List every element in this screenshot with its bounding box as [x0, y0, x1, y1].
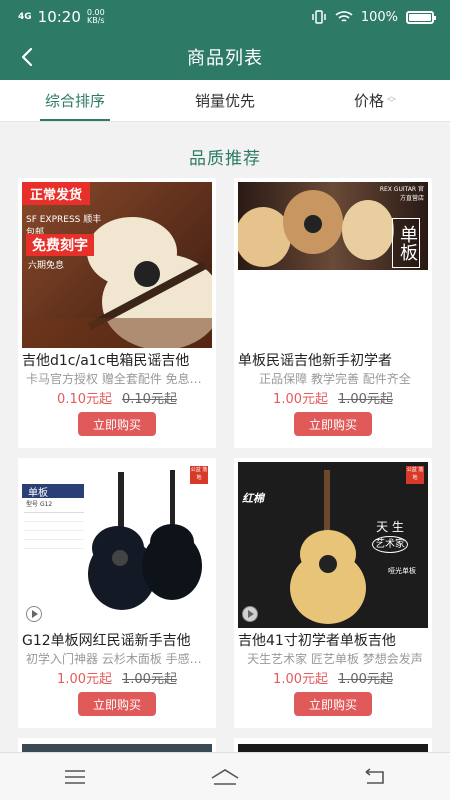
nav-bar: 商品列表 — [0, 34, 450, 80]
price-row: 1.00元起 1.00元起 — [18, 668, 216, 687]
tab-sales[interactable]: 销量优先 — [150, 80, 300, 121]
product-price: 1.00元起 — [273, 392, 328, 407]
battery-icon — [406, 10, 436, 24]
product-name: G12单板网红民谣新手吉他 — [22, 633, 191, 649]
product-name: 吉他41寸初学者单板吉他 — [238, 633, 396, 649]
product-name: 单板民谣吉他新手初学者 — [238, 353, 392, 369]
price-row: 1.00元起 1.00元起 — [234, 668, 432, 687]
system-nav-bar — [0, 752, 450, 800]
back-arrow-icon[interactable] — [14, 43, 42, 71]
product-subtitle: 天生艺术家 匠艺单板 梦想会发声 — [247, 652, 423, 666]
shop-tag: REX GUITAR 官方直营店 — [379, 186, 424, 202]
tab-comprehensive[interactable]: 综合排序 — [0, 80, 150, 121]
status-bar: 4G 10:20 0.00 KB/s 100% — [0, 0, 450, 34]
product-image[interactable]: 单板 型号 G12 公益 落地 — [22, 462, 212, 628]
original-price: 1.00元起 — [338, 392, 393, 407]
sort-arrows-icon: ︿ ﹀ — [387, 91, 397, 109]
page-title: 商品列表 — [187, 48, 263, 69]
original-price: 0.10元起 — [122, 392, 177, 407]
original-price: 1.00元起 — [122, 672, 177, 687]
ribbon-label: 正常发货 — [22, 182, 91, 205]
back-button[interactable] — [355, 762, 395, 792]
product-subtitle: 卡马官方授权 赠全套配件 免息分期 — [26, 372, 212, 386]
product-card[interactable]: REX GUITAR 官方直营店 单板 单板民谣吉他新手初学者 正品保障 教学完… — [234, 178, 432, 448]
promo-label: 免费刻字 — [26, 234, 94, 256]
signal-indicator: 4G — [18, 11, 32, 22]
product-price: 1.00元起 — [57, 672, 112, 687]
buy-now-button[interactable]: 立即购买 — [294, 692, 372, 716]
home-icon — [211, 768, 239, 785]
home-button[interactable] — [205, 762, 245, 792]
product-image[interactable]: REX GUITAR 官方直营店 单板 — [238, 182, 428, 348]
vibrate-icon — [312, 10, 326, 24]
app-header: 4G 10:20 0.00 KB/s 100% 商品列表 — [0, 0, 450, 80]
charity-badge: 公益 落地 — [190, 466, 208, 484]
guitar-illustration — [88, 470, 202, 610]
battery-percent: 100% — [360, 9, 398, 25]
promo-sub-label: 六期免息 — [28, 261, 65, 271]
original-price: 1.00元起 — [338, 672, 393, 687]
price-row: 0.10元起 0.10元起 — [18, 388, 216, 407]
product-price: 0.10元起 — [57, 392, 112, 407]
status-time: 10:20 — [37, 8, 81, 26]
product-card[interactable]: 红棉 天 生 艺术家 哑光单板 公益 落地 吉他41寸初学者单板吉他 天生艺术家… — [234, 458, 432, 728]
brand-logo: 红棉 — [242, 492, 264, 505]
section-title: 品质推荐 — [189, 149, 261, 169]
product-image[interactable]: 红棉 天 生 艺术家 哑光单板 公益 落地 — [238, 462, 428, 628]
return-icon — [365, 767, 384, 784]
product-subtitle: 正品保障 教学完善 配件齐全 — [259, 372, 411, 386]
single-board-badge: 单板 — [392, 218, 420, 268]
product-card[interactable]: 正常发货 SF EXPRESS 顺丰包邮 免费刻字 六期免息 吉他d1c/a1c… — [18, 178, 216, 448]
slogan: 天 生 艺术家 — [362, 518, 418, 553]
product-card[interactable]: 单板 型号 G12 公益 落地 G12单板网红民谣新手吉他 初学入门神器 云杉木… — [18, 458, 216, 728]
wifi-icon — [335, 11, 353, 22]
menu-button[interactable] — [55, 762, 95, 792]
product-image[interactable]: 正常发货 SF EXPRESS 顺丰包邮 免费刻字 六期免息 — [22, 182, 212, 348]
network-speed: 0.00 KB/s — [86, 8, 105, 25]
price-row: 1.00元起 1.00元起 — [234, 388, 432, 407]
charity-badge: 公益 落地 — [406, 466, 424, 484]
product-price: 1.00元起 — [273, 672, 328, 687]
buy-now-button[interactable]: 立即购买 — [78, 692, 156, 716]
play-icon[interactable] — [242, 606, 258, 622]
matte-caption: 哑光单板 — [388, 567, 416, 575]
play-icon[interactable] — [26, 606, 42, 622]
tab-price[interactable]: 价格 ︿ ﹀ — [300, 80, 450, 121]
sort-tabs: 综合排序 销量优先 价格 ︿ ﹀ — [0, 80, 450, 122]
buy-now-button[interactable]: 立即购买 — [294, 412, 372, 436]
menu-icon — [65, 769, 85, 784]
product-subtitle: 初学入门神器 云杉木面板 手感舒适 — [26, 652, 212, 666]
buy-now-button[interactable]: 立即购买 — [78, 412, 156, 436]
product-name: 吉他d1c/a1c电箱民谣吉他 — [22, 353, 190, 369]
